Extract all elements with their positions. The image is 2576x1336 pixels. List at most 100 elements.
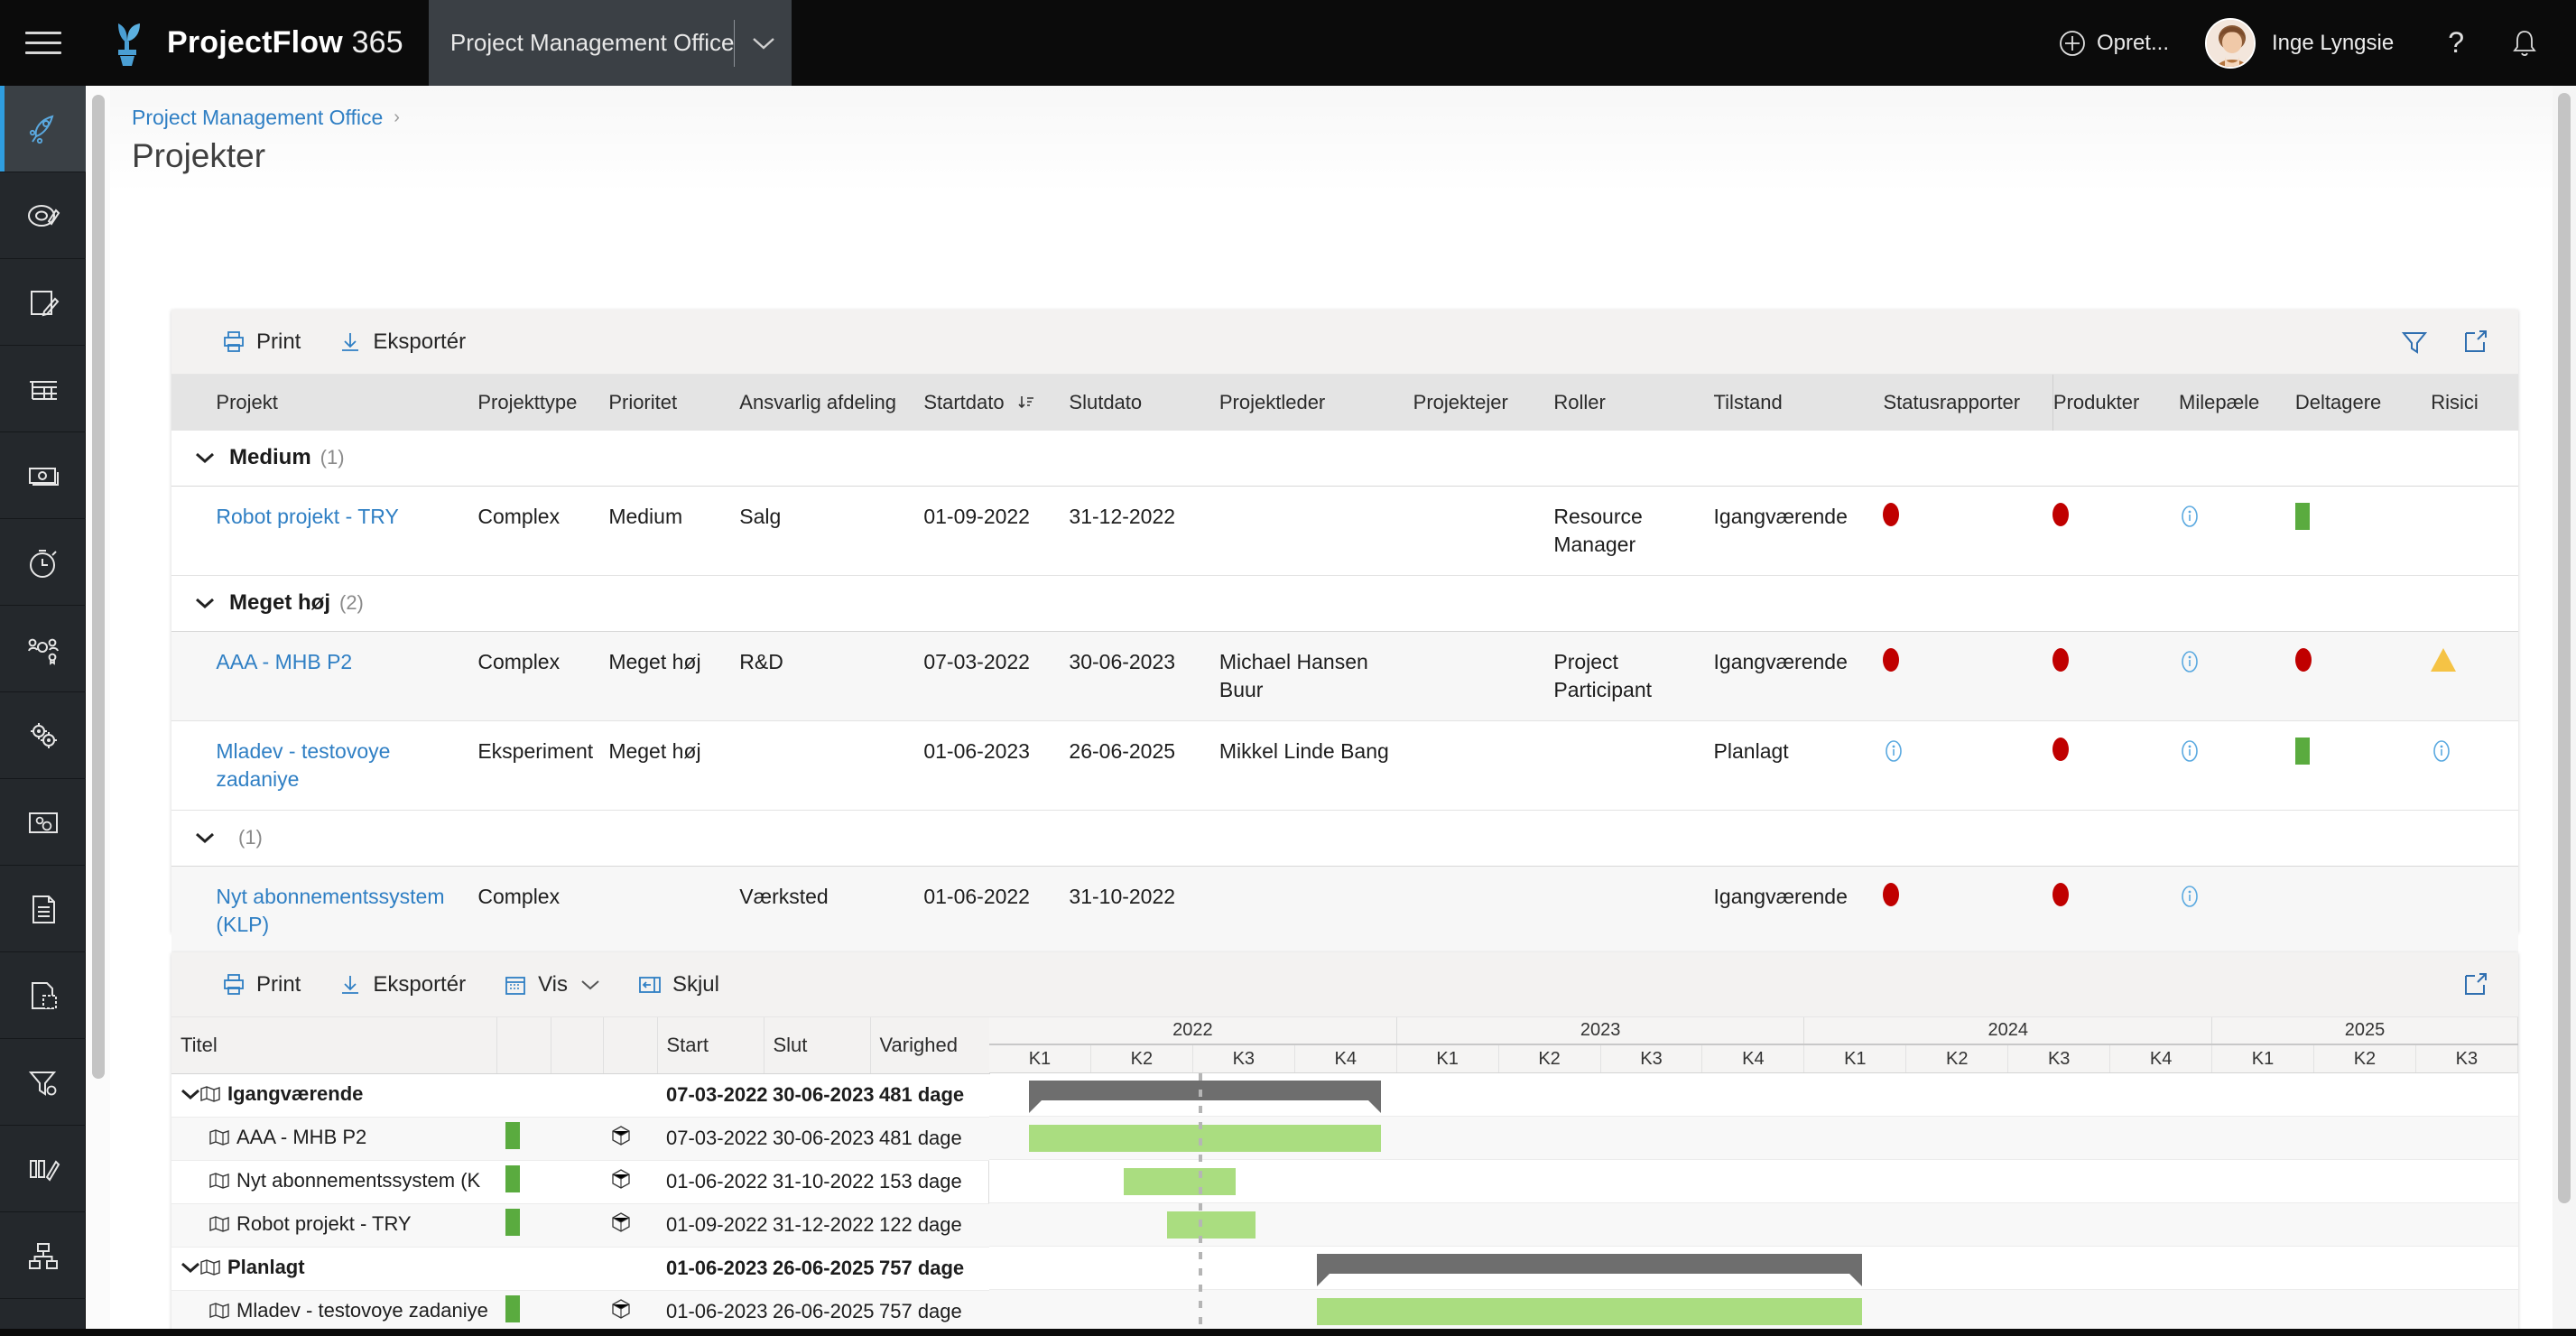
chevron-down-icon[interactable] — [195, 443, 215, 472]
project-link[interactable]: Nyt abonnementssystem (KLP) — [216, 885, 444, 936]
sidebar-item-gears[interactable] — [0, 692, 86, 779]
gcol-flag[interactable] — [551, 1017, 604, 1074]
gantt-group-row[interactable]: Planlagt 01-06-2023 26-06-2025 757 dage — [171, 1247, 989, 1291]
sidebar-item-org-chart[interactable] — [0, 1212, 86, 1299]
cell-projekt[interactable]: AAA - MHB P2 — [216, 631, 477, 720]
gantt-hide-button[interactable]: Skjul — [624, 961, 734, 1008]
package-icon[interactable] — [612, 1169, 630, 1193]
popout-icon[interactable] — [2462, 329, 2489, 355]
user-name[interactable]: Inge Lyngsie — [2272, 31, 2394, 56]
status-red-dot[interactable] — [2052, 882, 2070, 906]
status-green-square[interactable] — [2294, 502, 2310, 530]
table-row[interactable]: Mladev - testovoye zadaniye Eksperiment Me… — [171, 720, 2518, 811]
package-icon[interactable] — [612, 1212, 630, 1237]
gantt-cell-status[interactable] — [496, 1117, 551, 1161]
sidebar-item-document-copy[interactable] — [0, 952, 86, 1039]
cell-statusrapporter[interactable] — [1883, 486, 2052, 575]
projects-group-row[interactable]: (1) — [171, 810, 2518, 867]
status-green-square[interactable] — [505, 1165, 520, 1192]
gantt-cell-status[interactable] — [496, 1203, 551, 1248]
chevron-down-icon[interactable] — [195, 589, 215, 617]
sidebar-item-table[interactable] — [0, 346, 86, 432]
breadcrumb-link[interactable]: Project Management Office — [132, 106, 383, 130]
col-projekt[interactable]: Projekt — [216, 375, 478, 431]
gantt-cell-titel[interactable]: Robot projekt - TRY — [171, 1203, 496, 1248]
cell-milepaele[interactable] — [2179, 720, 2295, 810]
col-milepaele[interactable]: Milepæle — [2179, 375, 2295, 431]
bell-icon[interactable] — [2511, 29, 2538, 58]
help-icon[interactable]: ? — [2448, 26, 2464, 60]
package-icon[interactable] — [612, 1299, 630, 1323]
cell-projekt[interactable]: Robot projekt - TRY — [216, 486, 477, 575]
cell-produkter[interactable] — [2052, 486, 2179, 575]
gantt-cell-status[interactable] — [496, 1160, 551, 1204]
info-icon[interactable] — [2179, 648, 2201, 682]
cell-statusrapporter[interactable] — [1883, 720, 2052, 810]
status-red-dot[interactable] — [2052, 737, 2070, 761]
status-red-dot[interactable] — [2294, 647, 2312, 672]
gantt-summary-bar[interactable] — [1316, 1254, 1863, 1286]
sidebar-item-gears-box[interactable] — [0, 779, 86, 866]
cell-produkter[interactable] — [2052, 720, 2179, 810]
cell-risici[interactable] — [2431, 866, 2518, 955]
sidebar-item-stopwatch[interactable] — [0, 519, 86, 606]
gantt-group-row[interactable]: Igangværende 07-03-2022 30-06-2023 481 dage — [171, 1073, 989, 1118]
col-ansvarlig-afdeling[interactable]: Ansvarlig afdeling — [739, 375, 924, 431]
col-roller[interactable]: Roller — [1553, 375, 1714, 431]
gantt-task-row[interactable]: Mladev - testovoye zadaniye 01-06-2023 26-… — [171, 1290, 989, 1334]
projects-group-row[interactable]: Meget høj (2) — [171, 575, 2518, 632]
gcol-titel[interactable]: Titel — [171, 1017, 497, 1074]
gantt-cell-package[interactable] — [603, 1203, 657, 1248]
col-statusrapporter[interactable]: Statusrapporter — [1883, 375, 2053, 431]
status-amber-triangle[interactable] — [2431, 647, 2457, 672]
gantt-summary-bar[interactable] — [1029, 1081, 1381, 1113]
chevron-down-icon[interactable] — [181, 1256, 200, 1278]
col-deltagere[interactable]: Deltagere — [2294, 375, 2432, 431]
gantt-task-bar[interactable] — [1316, 1298, 1863, 1325]
cell-projekt[interactable]: Mladev - testovoye zadaniye — [216, 720, 477, 810]
cell-deltagere[interactable] — [2294, 720, 2431, 810]
gantt-task-bar[interactable] — [1166, 1211, 1256, 1239]
gcol-slut[interactable]: Slut — [764, 1017, 871, 1074]
gantt-export-button[interactable]: Eksportér — [324, 961, 480, 1008]
table-row[interactable]: AAA - MHB P2 Complex Meget høj R&D 07-03-202… — [171, 631, 2518, 721]
gantt-cell-package[interactable] — [603, 1290, 657, 1334]
cell-risici[interactable] — [2431, 631, 2518, 720]
cell-risici[interactable] — [2431, 486, 2518, 575]
info-icon[interactable] — [2179, 503, 2201, 537]
col-prioritet[interactable]: Prioritet — [608, 375, 740, 431]
info-icon[interactable] — [2431, 738, 2452, 772]
sidebar-item-kanban-edit[interactable] — [0, 1126, 86, 1212]
project-link[interactable]: Mladev - testovoye zadaniye — [216, 739, 390, 791]
gantt-view-button[interactable]: Vis — [489, 961, 615, 1008]
table-row[interactable]: Robot projekt - TRY Complex Medium Salg 01-0… — [171, 486, 2518, 576]
projects-group-row[interactable]: Medium (1) — [171, 431, 2518, 487]
cell-milepaele[interactable] — [2179, 631, 2295, 720]
sidebar-item-note-edit[interactable] — [0, 259, 86, 346]
chevron-down-icon[interactable] — [735, 36, 792, 51]
gantt-cell-status[interactable] — [496, 1290, 551, 1334]
print-button[interactable]: Print — [208, 319, 315, 366]
cell-statusrapporter[interactable] — [1883, 866, 2052, 955]
create-button[interactable]: Opret... — [2059, 30, 2169, 57]
table-row[interactable]: Nyt abonnementssystem (KLP) Complex Værkst… — [171, 866, 2518, 956]
gantt-cell-titel[interactable]: Nyt abonnementssystem (K — [171, 1160, 496, 1204]
gantt-cell-package[interactable] — [603, 1160, 657, 1204]
col-tilstand[interactable]: Tilstand — [1713, 375, 1884, 431]
popout-icon[interactable] — [2462, 972, 2489, 997]
status-green-square[interactable] — [2294, 737, 2310, 765]
export-button[interactable]: Eksportér — [324, 319, 480, 366]
chevron-down-icon[interactable] — [181, 1082, 200, 1105]
cell-deltagere[interactable] — [2294, 486, 2431, 575]
gantt-cell-status[interactable] — [496, 1073, 551, 1118]
status-green-square[interactable] — [505, 1122, 520, 1149]
info-icon[interactable] — [1883, 738, 1904, 772]
context-switcher[interactable]: Project Management Office — [428, 0, 792, 86]
status-green-square[interactable] — [505, 1295, 520, 1322]
hamburger-icon[interactable] — [0, 0, 86, 86]
sidebar-item-rocket[interactable] — [0, 86, 86, 172]
cell-projekt[interactable]: Nyt abonnementssystem (KLP) — [216, 866, 477, 955]
gantt-cell-package[interactable] — [603, 1073, 657, 1118]
col-slutdato[interactable]: Slutdato — [1069, 375, 1219, 431]
col-risici[interactable]: Risici — [2431, 375, 2518, 431]
